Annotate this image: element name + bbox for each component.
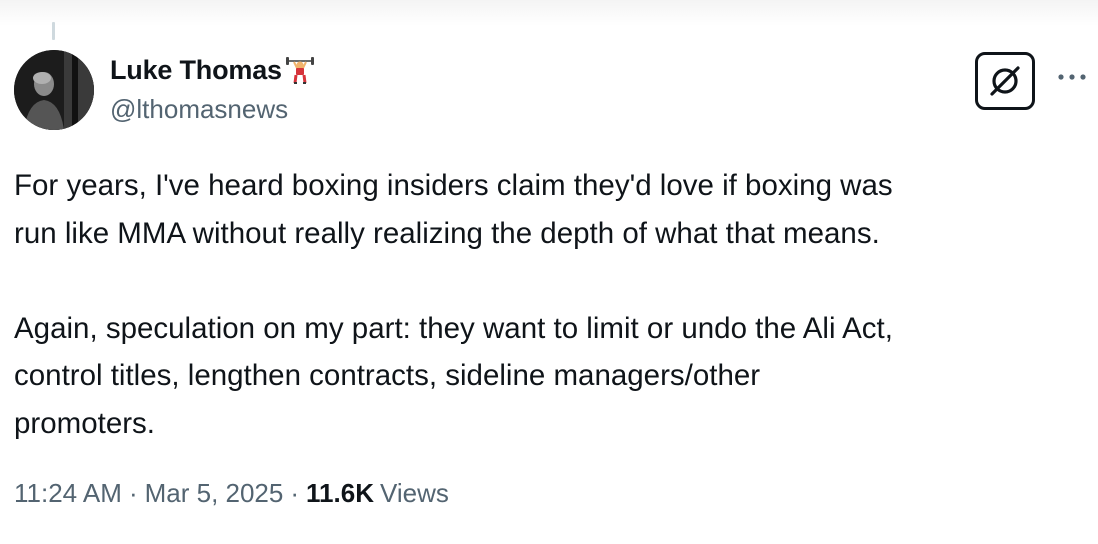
author-handle[interactable]: @lthomasnews bbox=[110, 94, 288, 125]
tweet-line: control titles, lengthen contracts, side… bbox=[14, 359, 761, 392]
tweet-line: For years, I've heard boxing insiders cl… bbox=[14, 169, 893, 202]
tweet-date[interactable]: Mar 5, 2025 bbox=[145, 478, 284, 509]
avatar[interactable] bbox=[14, 50, 94, 130]
previous-tweet-fade bbox=[0, 0, 1098, 26]
tweet-line: Again, speculation on my part: they want… bbox=[14, 311, 893, 345]
author-name-row[interactable]: Luke Thomas bbox=[110, 52, 315, 88]
meta-separator: · bbox=[128, 478, 138, 508]
meta-separator: · bbox=[290, 478, 300, 508]
grok-slash-icon bbox=[990, 66, 1020, 96]
tweet-line: promoters. bbox=[14, 406, 155, 440]
grok-button[interactable] bbox=[975, 52, 1035, 110]
author-display-name[interactable]: Luke Thomas bbox=[110, 55, 282, 86]
tweet-body: For years, I've heard boxing insiders cl… bbox=[14, 162, 1084, 447]
tweet-line: run like MMA without really realizing th… bbox=[14, 216, 880, 250]
more-options-button[interactable] bbox=[1052, 62, 1092, 92]
views-count[interactable]: 11.6K bbox=[306, 478, 374, 509]
tweet-time[interactable]: 11:24 AM bbox=[14, 478, 122, 509]
tweet-meta: 11:24 AM · Mar 5, 2025 · 11.6K Views bbox=[14, 478, 449, 509]
avatar-photo-icon bbox=[14, 50, 94, 130]
weightlifter-emoji-icon bbox=[285, 55, 315, 85]
more-dots-icon bbox=[1058, 74, 1086, 80]
thread-connector-line bbox=[52, 22, 55, 40]
views-label: Views bbox=[379, 478, 449, 508]
